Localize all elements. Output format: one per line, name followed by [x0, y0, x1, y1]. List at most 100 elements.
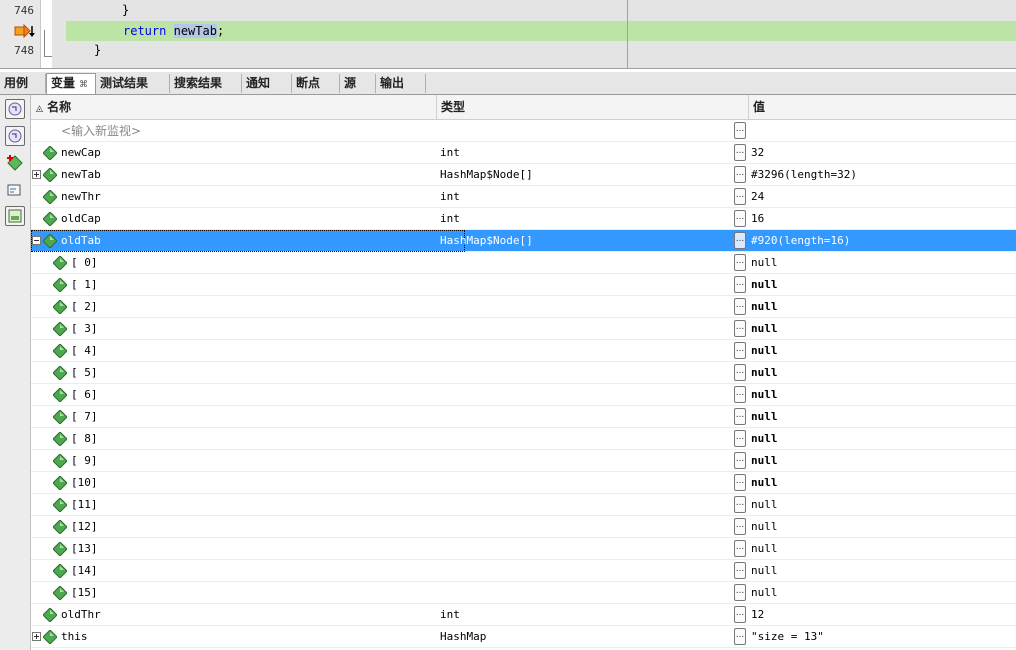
column-header-value[interactable]: 值 [753, 95, 765, 119]
edit-value-button[interactable]: ... [734, 144, 746, 161]
edit-value-button[interactable]: ... [734, 232, 746, 249]
variable-type [437, 384, 734, 406]
edit-value-button[interactable]: ... [734, 320, 746, 337]
edit-value-button[interactable]: ... [734, 518, 746, 535]
variable-value: 16 [748, 208, 1016, 230]
column-separator[interactable] [436, 95, 437, 119]
variable-value: null [748, 582, 1016, 604]
edit-value-button[interactable]: ... [734, 342, 746, 359]
variable-name: [ 8] [31, 428, 475, 450]
table-row[interactable]: oldThr int... 12 [31, 604, 1016, 626]
table-row[interactable]: [13]... null [31, 538, 1016, 560]
edit-value-button[interactable]: ... [734, 474, 746, 491]
variable-type: HashMap$Node[] [437, 164, 734, 186]
edit-value-button[interactable]: ... [734, 276, 746, 293]
table-row[interactable]: newCap int... 32 [31, 142, 1016, 164]
edit-value-button[interactable]: ... [734, 628, 746, 645]
variable-value: null [748, 450, 1016, 472]
variable-type: int [437, 142, 734, 164]
close-icon[interactable]: ⌘ [79, 80, 88, 90]
edit-value-button[interactable]: ... [734, 606, 746, 623]
code-area[interactable]: } return newTab; } [52, 0, 1016, 68]
edit-value-button[interactable]: ... [734, 122, 746, 139]
panel-icon[interactable] [5, 206, 25, 226]
new-watch-icon[interactable] [5, 153, 25, 173]
edit-value-button[interactable]: ... [734, 188, 746, 205]
edit-value-button[interactable]: ... [734, 430, 746, 447]
tab-breakpoints[interactable]: 断点 [292, 74, 340, 93]
table-row[interactable]: [ 9]... null [31, 450, 1016, 472]
edit-value-button[interactable]: ... [734, 364, 746, 381]
table-row[interactable]: [ 1]... null [31, 274, 1016, 296]
new-watch-row[interactable]: <输入新监视>... [31, 120, 1016, 142]
edit-value-button[interactable]: ... [734, 452, 746, 469]
table-row[interactable]: [ 4]... null [31, 340, 1016, 362]
table-row[interactable]: this HashMap... "size = 13" [31, 626, 1016, 648]
expression-icon[interactable] [5, 180, 25, 200]
tab-test-results[interactable]: 测试结果 [96, 74, 170, 93]
table-row[interactable]: oldCap int... 16 [31, 208, 1016, 230]
edit-value-button[interactable]: ... [734, 540, 746, 557]
table-row[interactable]: [11]... null [31, 494, 1016, 516]
edit-value-button[interactable]: ... [734, 562, 746, 579]
table-row[interactable]: [ 5]... null [31, 362, 1016, 384]
table-row[interactable]: [14]... null [31, 560, 1016, 582]
column-header-name[interactable]: ◬ 名称 [36, 95, 71, 119]
edit-value-button[interactable]: ... [734, 408, 746, 425]
right-margin-line [627, 0, 628, 68]
tab-search-results[interactable]: 搜索结果 [170, 74, 242, 93]
variable-name: [ 6] [31, 384, 475, 406]
table-row[interactable]: [ 6]... null [31, 384, 1016, 406]
variable-type: int [437, 604, 734, 626]
variable-name: [ 4] [31, 340, 475, 362]
edit-value-button[interactable]: ... [734, 386, 746, 403]
table-row[interactable]: [ 2]... null [31, 296, 1016, 318]
edit-value-button[interactable]: ... [734, 298, 746, 315]
keyword: return [123, 24, 166, 38]
column-separator[interactable] [748, 95, 749, 119]
variable-value: #3296(length=32) [748, 164, 1016, 186]
variable-value: null [748, 472, 1016, 494]
variable-name: [ 1] [31, 274, 475, 296]
edit-value-button[interactable]: ... [734, 210, 746, 227]
tab-variables[interactable]: 变量 ⌘ [46, 73, 96, 94]
watch-icon[interactable] [5, 99, 25, 119]
variables-table[interactable]: ◬ 名称 类型 值 <输入新监视>... newCap int... 32 newTab… [31, 95, 1016, 650]
variable-value: null [748, 516, 1016, 538]
table-row[interactable]: [12]... null [31, 516, 1016, 538]
new-watch-placeholder[interactable]: <输入新监视> [61, 124, 141, 138]
table-row[interactable]: [ 8]... null [31, 428, 1016, 450]
variable-value: null [748, 428, 1016, 450]
tab-sources[interactable]: 源 [340, 74, 376, 93]
table-row[interactable]: [15]... null [31, 582, 1016, 604]
edit-value-button[interactable]: ... [734, 254, 746, 271]
variable-value: 12 [748, 604, 1016, 626]
watch-icon[interactable] [5, 126, 25, 146]
edit-value-button[interactable]: ... [734, 584, 746, 601]
table-row[interactable]: newTab HashMap$Node[]... #3296(length=32) [31, 164, 1016, 186]
current-line: return newTab; [66, 21, 1016, 41]
tab-usages[interactable]: 用例 [0, 74, 46, 93]
edit-value-button[interactable]: ... [734, 496, 746, 513]
tab-notifications[interactable]: 通知 [242, 74, 292, 93]
variable-type [437, 560, 734, 582]
column-header-type[interactable]: 类型 [441, 95, 465, 119]
variable-type [437, 362, 734, 384]
table-row[interactable]: newThr int... 24 [31, 186, 1016, 208]
table-row[interactable]: oldTab HashMap$Node[]... #920(length=16) [31, 230, 1016, 252]
line-number: 746 [14, 4, 34, 17]
variables-toolbar [0, 95, 31, 650]
table-row[interactable]: [ 0]... null [31, 252, 1016, 274]
table-row[interactable]: [ 7]... null [31, 406, 1016, 428]
tab-output[interactable]: 输出 [376, 74, 426, 93]
table-row[interactable]: [10]... null [31, 472, 1016, 494]
table-row[interactable]: [ 3]... null [31, 318, 1016, 340]
edit-value-button[interactable]: ... [734, 166, 746, 183]
variable-value: #920(length=16) [748, 230, 1016, 252]
variable-type [437, 582, 734, 604]
variable-name: newTab [31, 164, 465, 186]
code-line-746: } [66, 0, 1016, 20]
code-editor[interactable]: 746 748 } return newTab; } [0, 0, 1016, 69]
variable-name: oldThr [31, 604, 465, 626]
variable-name: [ 5] [31, 362, 475, 384]
